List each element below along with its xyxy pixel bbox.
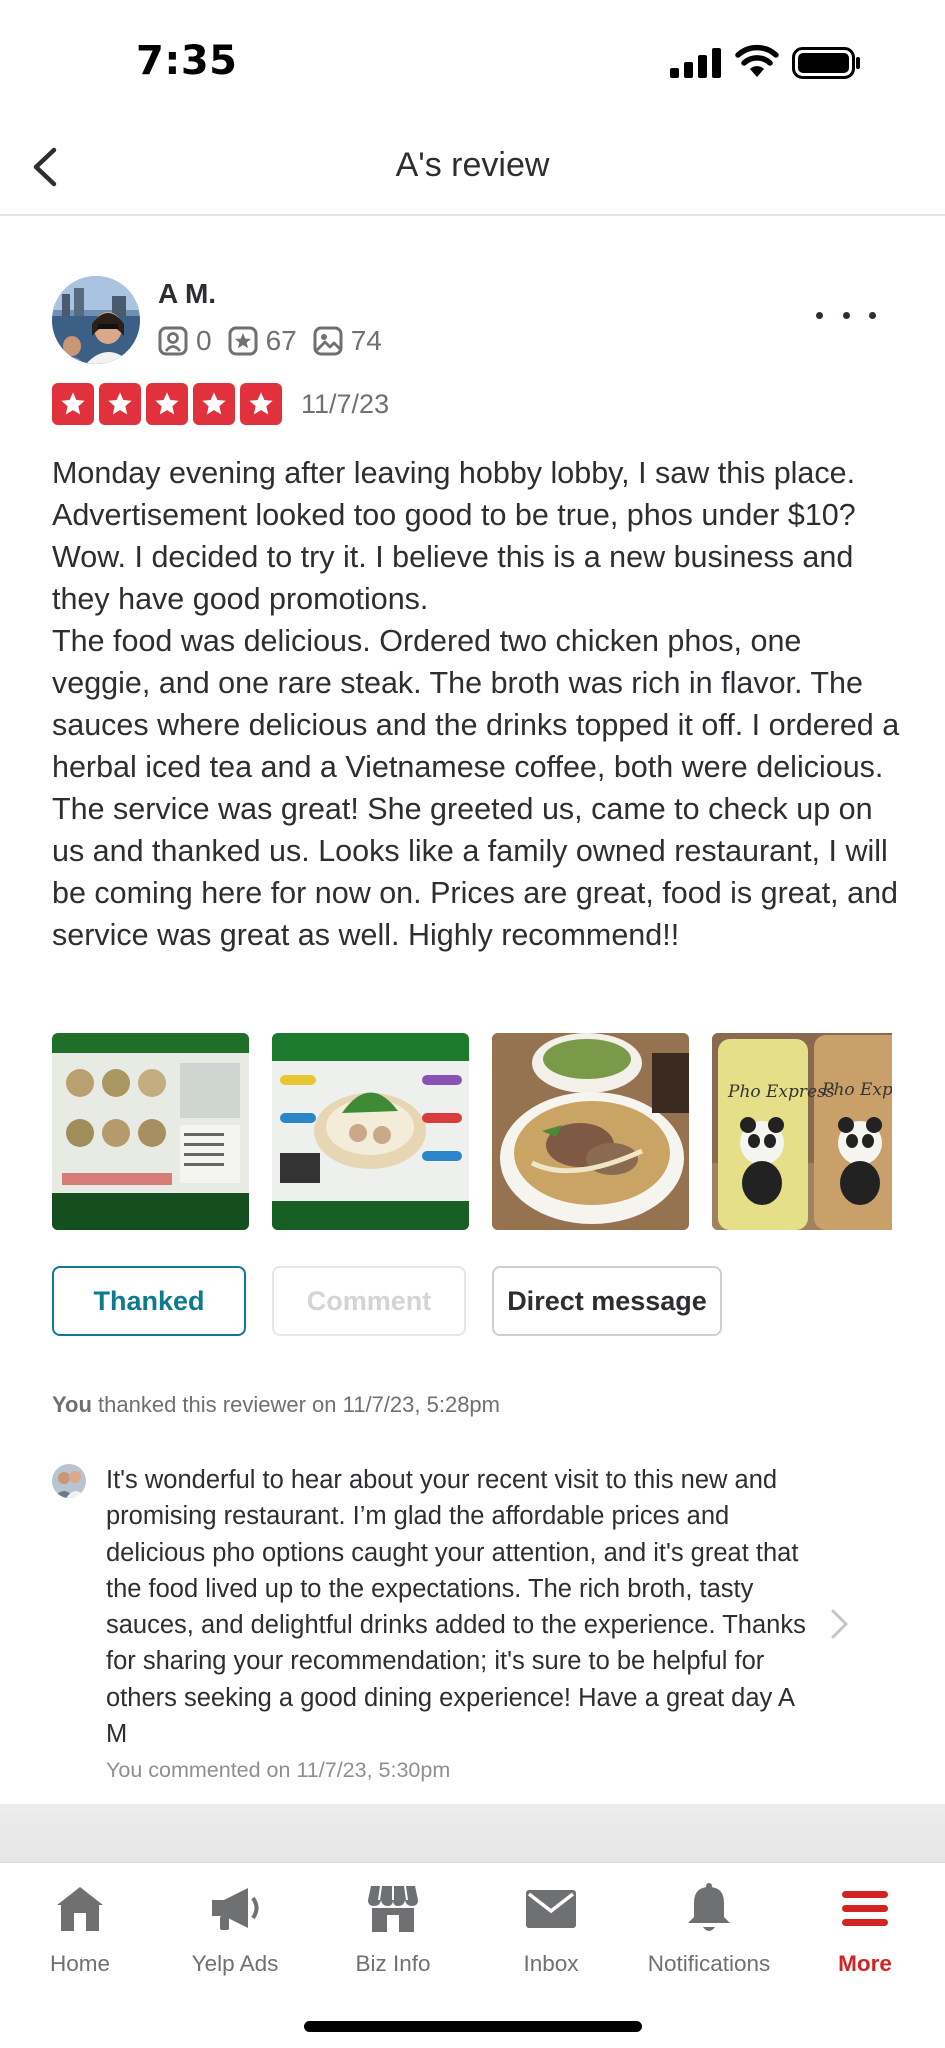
menu-board-photo[interactable] [52,1033,249,1230]
chevron-right-icon[interactable] [828,1606,852,1642]
pho-poster-photo[interactable] [272,1033,469,1230]
review-photos: Pho Express Pho Express [52,1033,892,1230]
tab-label: More [838,1951,892,1976]
tab-notifications[interactable]: Notifications [629,1881,789,1981]
pho-express-drinks-photo[interactable]: Pho Express Pho Express [712,1033,892,1230]
photos-stat: 74 [313,325,382,357]
thanked-button[interactable]: Thanked [52,1266,246,1336]
reviewer-name[interactable]: A M. [158,278,216,310]
status-bar: 7:35 [0,0,945,120]
tab-label: Biz Info [355,1951,431,1976]
comment-button[interactable]: Comment [272,1266,466,1336]
comment-meta: You commented on 11/7/23, 5:30pm [106,1758,451,1782]
friends-count: 0 [196,325,212,356]
nav-header: A's review [0,120,945,216]
dot-icon [842,311,850,319]
battery-icon [792,47,860,79]
home-indicator [304,2021,642,2032]
dot-icon [816,311,823,319]
tab-label: Notifications [647,1951,771,1976]
photos-count: 74 [350,325,382,356]
envelope-icon [526,1890,576,1928]
thanked-note-text: thanked this reviewer on 11/7/23, 5:28pm [91,1392,500,1417]
reviewer-avatar[interactable] [52,276,140,364]
tab-label: Home [49,1951,111,1976]
star-icon [193,383,235,425]
photo-icon [313,326,343,356]
megaphone-icon [212,1888,259,1930]
section-divider [0,1804,945,1862]
star-icon [52,383,94,425]
hamburger-icon [842,1891,888,1926]
tab-yelp-ads[interactable]: Yelp Ads [155,1881,315,1981]
friends-icon [158,326,188,356]
dot-icon [869,311,876,319]
status-time: 7:35 [136,38,238,84]
thanked-note-who: You [52,1392,92,1417]
wifi-icon [735,44,779,77]
drink-label-text: Pho Express [821,1080,892,1100]
review-star-icon [228,326,258,356]
tab-label: Inbox [523,1951,579,1976]
comment-text[interactable]: It's wonderful to hear about your recent… [106,1462,816,1752]
more-options-button[interactable] [816,300,876,330]
commenter-avatar [52,1464,86,1498]
star-icon [99,383,141,425]
review-text: Monday evening after leaving hobby lobby… [52,456,900,952]
star-icon [240,383,282,425]
home-icon [57,1887,103,1931]
tab-biz-info[interactable]: Biz Info [313,1881,473,1981]
bell-icon [688,1883,730,1931]
tab-label: Yelp Ads [191,1951,279,1976]
bottom-tab-bar: Home Yelp Ads Biz Info Inbox Notificatio… [0,1862,945,2048]
reviewer-stats: 0 67 74 [158,324,398,358]
cellular-signal-icon [670,48,721,78]
star-icon [146,383,188,425]
review-date: 11/7/23 [301,388,390,419]
pho-bowls-photo[interactable] [492,1033,689,1230]
drink-label-text: Pho Express [727,1082,835,1102]
storefront-icon [368,1885,418,1932]
friends-stat: 0 [158,325,212,357]
page-title: A's review [395,146,550,184]
thanked-note: You thanked this reviewer on 11/7/23, 5:… [52,1392,500,1418]
rating-row: 11/7/23 [52,383,389,425]
tab-home[interactable]: Home [0,1881,160,1981]
tab-more[interactable]: More [785,1881,945,1981]
direct-message-button[interactable]: Direct message [492,1266,722,1336]
tab-inbox[interactable]: Inbox [471,1881,631,1981]
reviews-count: 67 [265,325,297,356]
reviews-stat: 67 [228,325,297,357]
